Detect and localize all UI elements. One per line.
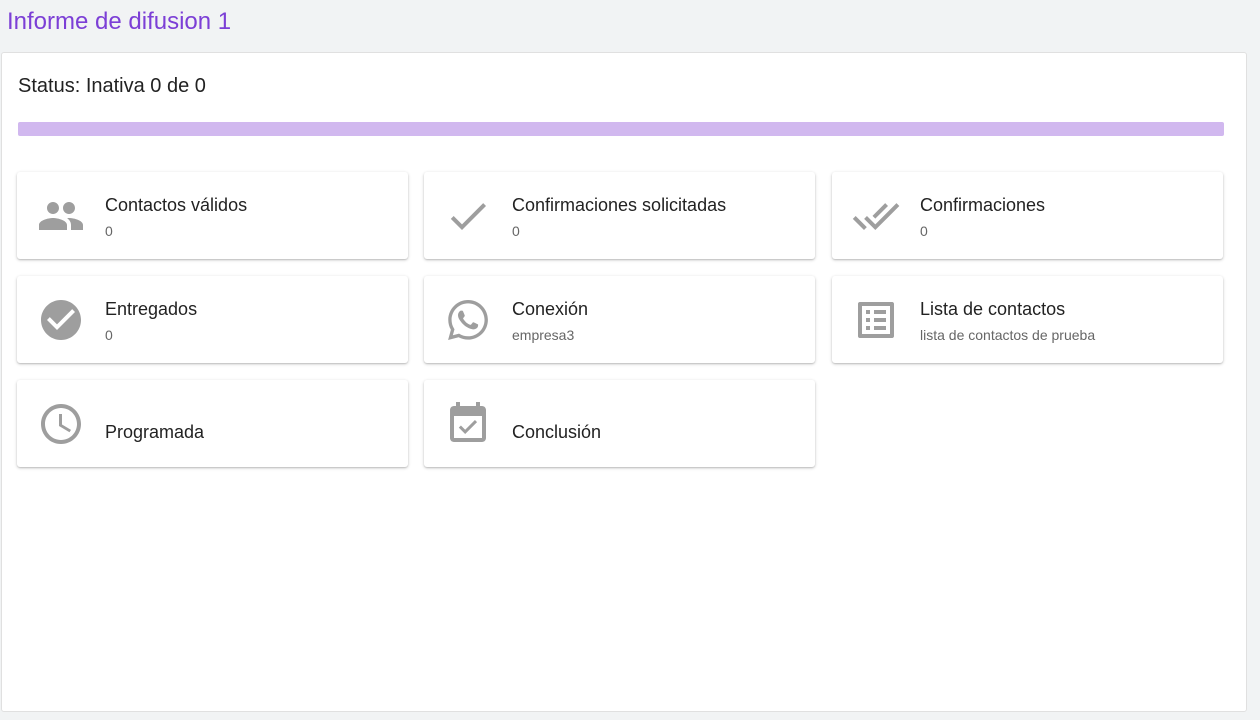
list-alt-icon <box>852 296 900 344</box>
double-check-icon <box>852 192 900 240</box>
card-contact-list: Lista de contactos lista de contactos de… <box>832 276 1223 363</box>
event-available-icon <box>444 400 492 448</box>
card-value: 0 <box>920 223 928 239</box>
card-title: Confirmaciones <box>920 195 1046 215</box>
page-title: Informe de difusion 1 <box>7 8 232 35</box>
report-panel: Status: Inativa 0 de 0 Contactos válidos… <box>1 52 1247 712</box>
progress-bar <box>18 122 1224 136</box>
card-scheduled: Programada <box>17 380 408 467</box>
card-value: 0 <box>105 223 113 239</box>
card-title: Lista de contactos <box>920 299 1066 319</box>
card-completion: Conclusión <box>424 380 815 467</box>
card-delivered: Entregados 0 <box>17 276 408 363</box>
card-title: Programada <box>105 422 205 442</box>
card-value: lista de contactos de prueba <box>920 327 1096 343</box>
card-title: Confirmaciones solicitadas <box>512 195 727 215</box>
card-title: Conexión <box>512 299 589 319</box>
card-value: 0 <box>105 327 113 343</box>
card-connection: Conexión empresa3 <box>424 276 815 363</box>
check-icon <box>444 192 492 240</box>
card-value: empresa3 <box>512 327 575 343</box>
card-title: Conclusión <box>512 422 602 442</box>
card-title: Contactos válidos <box>105 195 248 215</box>
card-title: Entregados <box>105 299 198 319</box>
status-text: Status: Inativa 0 de 0 <box>18 75 206 97</box>
people-icon <box>37 192 85 240</box>
whatsapp-icon <box>444 296 492 344</box>
check-circle-icon <box>37 296 85 344</box>
card-requested-confirmations: Confirmaciones solicitadas 0 <box>424 172 815 259</box>
card-value: 0 <box>512 223 520 239</box>
card-valid-contacts: Contactos válidos 0 <box>17 172 408 259</box>
clock-icon <box>37 400 85 448</box>
card-confirmations: Confirmaciones 0 <box>832 172 1223 259</box>
